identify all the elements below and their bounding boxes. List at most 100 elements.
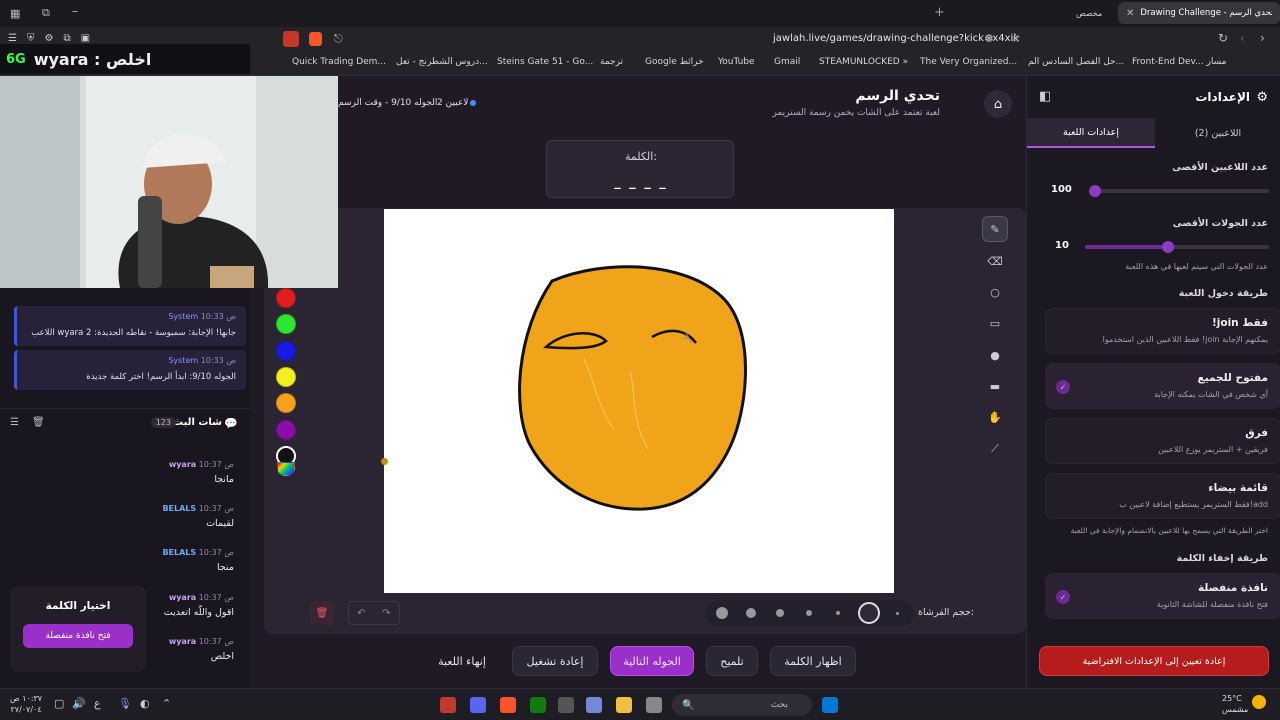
extension-icon[interactable] <box>283 31 299 47</box>
color-swatch-blue[interactable] <box>276 341 296 361</box>
brush-size-option[interactable] <box>716 607 728 619</box>
reset-defaults-button[interactable]: إعادة تعيين إلى الإعدادات الافتراضية <box>1039 646 1269 676</box>
entry-option-teams[interactable]: فرق فريقين + الستريمر يوزع اللاعبين <box>1045 418 1280 464</box>
app-icon-teams[interactable] <box>470 697 486 713</box>
color-swatch-green[interactable] <box>276 314 296 334</box>
circle-icon[interactable]: ○ <box>982 279 1008 305</box>
filter-icon[interactable]: ☰ <box>10 417 19 428</box>
bookmark-item[interactable]: YouTube <box>718 57 755 67</box>
app-icon-xbox[interactable] <box>530 697 546 713</box>
weather[interactable]: 25°C مشمس <box>1222 693 1248 715</box>
brush-size-option[interactable] <box>776 609 784 617</box>
line-icon[interactable]: ⟋ <box>982 436 1008 462</box>
end-game-button[interactable]: إنهاء اللعبة <box>424 646 500 676</box>
bookmark-item[interactable]: ترجمة <box>600 57 623 67</box>
clock[interactable]: ١٠:٣٧ ص ٢٧/٠٧/٠٤ <box>10 693 42 715</box>
brush-size-option[interactable] <box>836 611 840 615</box>
drawing-board[interactable] <box>384 209 894 593</box>
menu-icon[interactable]: ▦ <box>10 7 20 20</box>
slider-thumb[interactable] <box>1162 241 1175 253</box>
popout-icon[interactable]: ⧉ <box>63 33 70 44</box>
color-swatch-orange[interactable] <box>276 393 296 413</box>
tab-drawing-challenge[interactable]: ✕ Drawing Challenge - تحدي الرسم <box>1118 2 1280 24</box>
brush-size-option[interactable] <box>806 610 812 616</box>
color-swatch-yellow[interactable] <box>276 367 296 387</box>
window-icon[interactable]: ⧉ <box>42 6 50 20</box>
brave-shield-icon[interactable] <box>309 32 322 46</box>
filled-circle-icon[interactable]: ● <box>982 342 1008 368</box>
color-swatch-purple[interactable] <box>276 420 296 440</box>
collapse-panel-icon[interactable]: ◧ <box>1039 89 1051 104</box>
back-icon[interactable]: › <box>1260 31 1265 45</box>
gear-icon: ⚙ <box>1256 90 1268 105</box>
bookmark-item[interactable]: دروس الشطرنج - تعل... <box>396 57 488 67</box>
mic-icon[interactable]: 🎙 <box>118 697 132 710</box>
forward-icon[interactable]: ‹ <box>1240 31 1245 45</box>
bookmark-item[interactable]: Steins Gate 51 - Go... <box>497 57 593 67</box>
entry-option-join[interactable]: !join فقط فقط اللاعبين الذين استخدموا !j… <box>1045 308 1280 354</box>
hint-button[interactable]: تلميح <box>706 646 758 676</box>
bookmark-item[interactable]: Front-End Dev... مسار <box>1132 57 1226 67</box>
speaker-icon[interactable]: 🔊 <box>72 697 86 710</box>
box-icon[interactable]: ▣ <box>81 33 90 44</box>
tab-game-settings[interactable]: إعدادات اللعبة <box>1027 118 1155 148</box>
hand-icon[interactable]: ✋ <box>982 404 1008 430</box>
entry-option-open[interactable]: ✓ مفتوح للجميع أي شخص في الشات يمكنه الإ… <box>1045 363 1280 409</box>
brush-size-option-selected[interactable] <box>858 602 880 624</box>
start-icon[interactable] <box>822 697 838 713</box>
taskbar-search[interactable]: 🔍 بحث <box>672 694 812 716</box>
slider-thumb[interactable] <box>1089 185 1101 197</box>
new-tab-icon[interactable]: + <box>934 5 945 20</box>
chat-bubble-icon[interactable]: ▢ <box>54 697 64 710</box>
app-icon-explorer[interactable] <box>616 697 632 713</box>
bookmark-item[interactable]: Google خرائط <box>645 57 704 67</box>
app-icon-discord[interactable] <box>586 697 602 713</box>
bookmark-item[interactable]: Quick Trading Dem... <box>292 57 386 67</box>
open-window-button[interactable]: فتح نافذة منفصلة <box>23 624 133 648</box>
pencil-icon[interactable]: ✎ <box>982 216 1008 242</box>
tab-search-icon[interactable]: ⎋ <box>334 32 343 46</box>
filled-rect-icon[interactable]: ▬ <box>982 373 1008 399</box>
trash-icon[interactable]: 🗑 <box>32 417 45 428</box>
list-icon[interactable]: ☰ <box>8 33 17 44</box>
hide-option-window[interactable]: ✓ نافذة منفصلة فتح نافذة منفصلة للشاشة ا… <box>1045 573 1280 619</box>
network-icon[interactable]: ◐ <box>140 697 150 710</box>
close-icon[interactable]: ✕ <box>1126 8 1134 19</box>
bookmark-item[interactable]: حل الفصل السادس الم... <box>1028 57 1124 67</box>
entry-option-whitelist[interactable]: قائمة بيضاء فقط الستريمر يستطيع إضافة لا… <box>1045 473 1280 519</box>
brush-size-option[interactable] <box>896 611 899 615</box>
bookmark-item[interactable]: STEAMUNLOCKED » <box>819 57 908 67</box>
app-icon-store[interactable] <box>558 697 574 713</box>
max-players-slider[interactable] <box>1089 185 1269 197</box>
color-swatch-red[interactable] <box>276 288 296 308</box>
bookmark-item[interactable]: Gmail <box>774 57 800 67</box>
restart-button[interactable]: إعادة تشغيل <box>512 646 598 676</box>
redo-icon[interactable]: ↷ <box>382 608 390 619</box>
settings-icon[interactable]: ⚙ <box>44 33 53 44</box>
tab-players[interactable]: اللاعبين (2) <box>1155 118 1280 148</box>
shield-icon[interactable]: ⛨ <box>27 33 35 44</box>
app-icon-taskview[interactable] <box>646 697 662 713</box>
brush-size-option[interactable] <box>746 608 756 618</box>
color-picker-icon[interactable] <box>277 462 295 476</box>
minimize-icon[interactable]: – <box>72 4 78 18</box>
show-word-button[interactable]: اظهار الكلمة <box>770 646 856 676</box>
max-rounds-slider[interactable] <box>1085 241 1269 253</box>
undo-icon[interactable]: ↶ <box>357 608 365 619</box>
next-round-button[interactable]: الجوله التالية <box>610 646 694 676</box>
address-bar[interactable]: jawlah.live/games/drawing-challenge?kick… <box>773 33 1019 44</box>
chat-message: wyara 10:37 ص اخلص <box>169 637 234 662</box>
app-icon-record[interactable] <box>440 697 456 713</box>
app-icon-brave[interactable] <box>500 697 516 713</box>
rectangle-icon[interactable]: ▭ <box>982 310 1008 336</box>
tab-custom[interactable]: مخصص <box>1068 2 1112 24</box>
home-icon[interactable]: ⌂ <box>984 90 1012 118</box>
tune-icon[interactable]: ⚙ <box>984 32 994 45</box>
bookmark-icon[interactable]: ☆ <box>1010 31 1021 45</box>
tray-chevron-icon[interactable]: ⌃ <box>162 697 171 710</box>
trash-icon[interactable]: 🗑 <box>310 601 334 625</box>
eraser-icon[interactable]: ⌫ <box>982 248 1008 274</box>
reload-icon[interactable]: ↻ <box>1218 31 1228 45</box>
bookmark-item[interactable]: The Very Organized... <box>920 57 1017 67</box>
language-icon[interactable]: ع <box>94 697 101 710</box>
